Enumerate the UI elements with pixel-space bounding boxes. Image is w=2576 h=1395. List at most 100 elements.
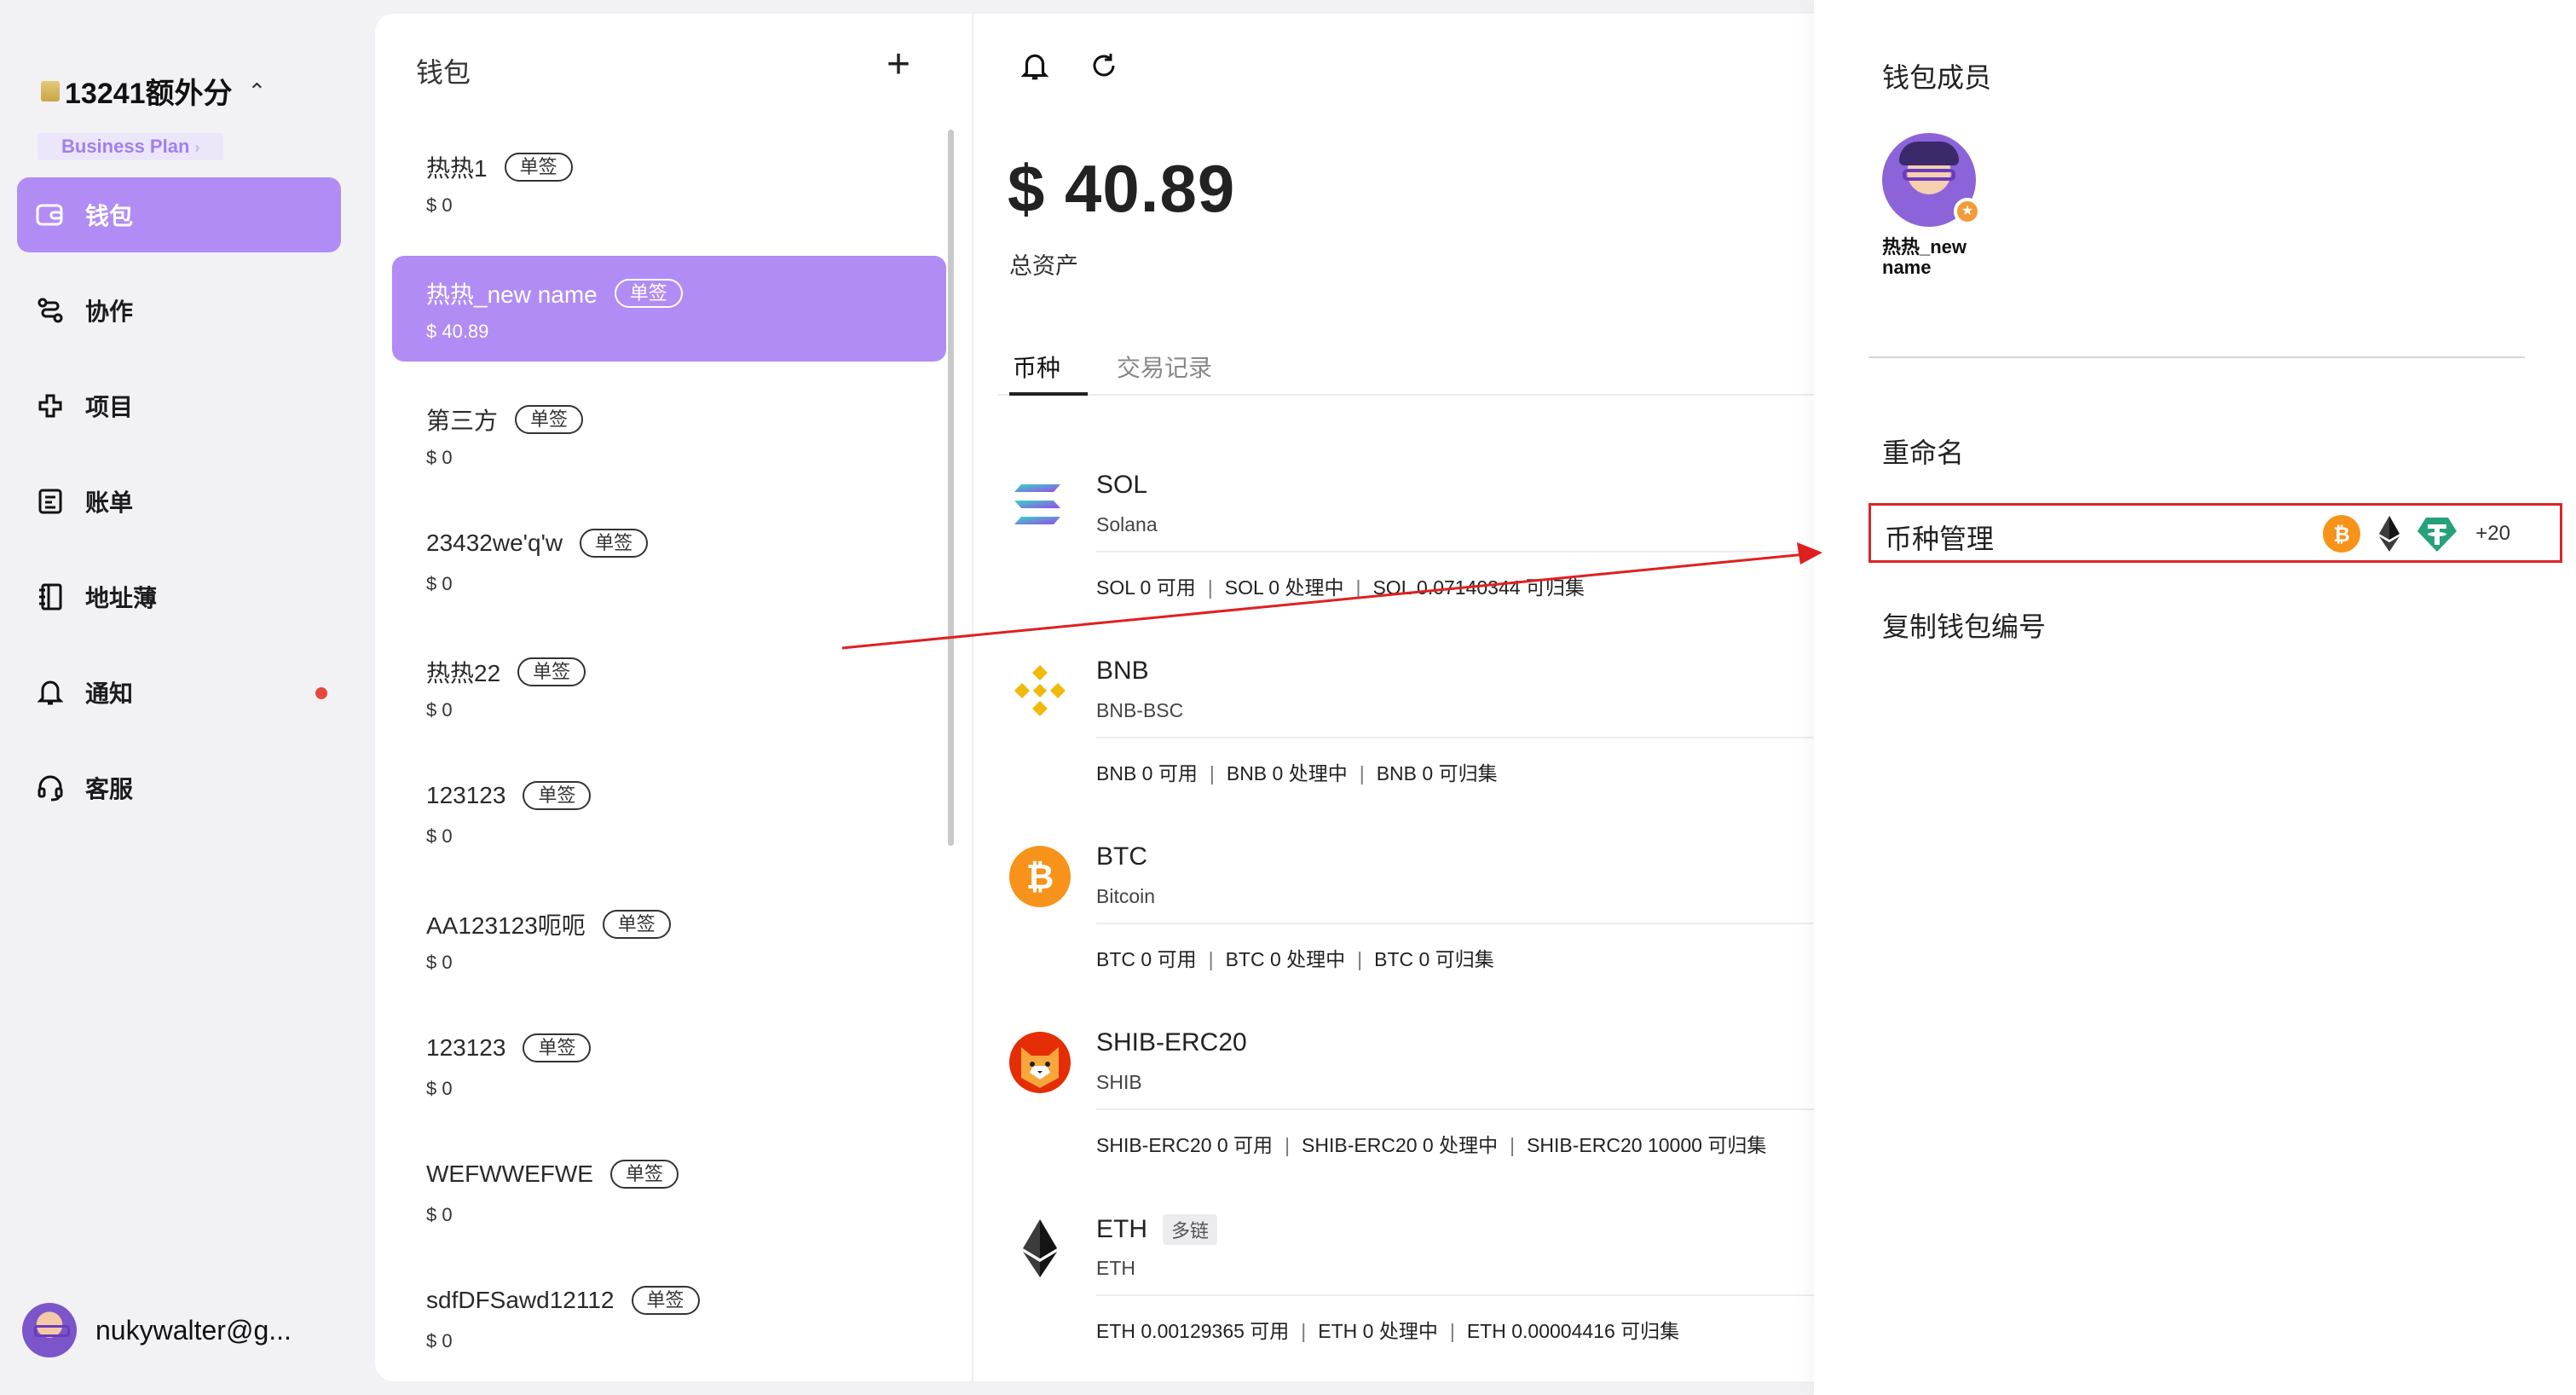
wallet-list-scrollbar[interactable] [948,130,954,846]
wallet-type-tag: 单签 [517,657,586,686]
wallet-list-item[interactable]: 热热22 单签 $ 0 [392,634,946,740]
divider [1096,737,1846,738]
tab-coins[interactable]: 币种 [1013,350,1060,384]
divider [1096,551,1846,553]
wallet-type-tag: 单签 [580,529,649,558]
balance-processing: ETH 0 处理中 [1318,1320,1438,1342]
svg-text:₿: ₿ [1026,858,1054,897]
headset-icon [36,773,65,802]
separator: | [1209,762,1215,784]
coin-chain: BNB-BSC [1096,699,1184,721]
sidebar-item-label: 协作 [85,298,134,325]
bitcoin-icon: ₿ [2323,515,2361,553]
divider [1096,1294,1846,1296]
wallet-type-tag: 单签 [602,910,671,939]
sidebar-item-support[interactable]: 客服 [17,750,341,825]
user-account[interactable]: nukywalter@g... [22,1303,292,1357]
balance-available: BNB 0 可用 [1096,762,1198,784]
wallet-type-tag: 单签 [523,781,592,810]
coin-management-button[interactable]: 币种管理 ₿ +20 [1868,503,2562,563]
sidebar: 13241额外分 ⌃ Business Plan › 钱包 协作 项目 账单 地址… [0,0,358,1395]
bnb-icon [1008,658,1072,723]
balance-processing: BTC 0 处理中 [1225,948,1346,970]
sidebar-item-notifications[interactable]: 通知 [17,655,341,730]
balance-available: BTC 0 可用 [1096,948,1197,970]
coin-row[interactable]: SOL Solana SOL 0 可用 | SOL 0 处理中 | SOL 0.0714… [1008,450,1846,638]
balance-collectable: SHIB-ERC20 10000 可归集 [1527,1134,1767,1156]
wallet-list-item[interactable]: AA123123呃呃 单签 $ 0 [392,887,946,993]
coin-row[interactable]: ETH 多链 ETH ETH 0.00129365 可用 | ETH 0 处理中 | ET… [1008,1194,1846,1381]
collaborate-icon [36,296,65,325]
sidebar-item-project[interactable]: 项目 [17,368,341,443]
wallet-list-item[interactable]: 123123 单签 $ 0 [392,1013,946,1119]
coin-symbol: BNB [1096,657,1149,686]
wallet-list-item[interactable]: WEFWWEFWE 单签 $ 0 [392,1139,946,1245]
sidebar-item-label: 项目 [85,394,134,420]
coin-balances: SHIB-ERC20 0 可用 | SHIB-ERC20 0 处理中 | SHIB-ER… [1096,1129,1766,1158]
sidebar-item-address-book[interactable]: 地址薄 [17,559,341,634]
wallet-icon [36,200,65,229]
wallet-settings-panel: 钱包成员 ★ 热热_new name 重命名 币种管理 ₿ +20 复制钱包编号 [1814,0,2576,1395]
rename-button[interactable]: 重命名 [1882,431,1964,471]
wallet-members-title: 钱包成员 [1882,62,1992,93]
wallet-list-item-active[interactable]: 热热_new name 单签 $ 40.89 [392,256,946,362]
plan-badge-label: Business Plan [61,136,190,157]
refresh-icon[interactable] [1089,51,1118,84]
svg-text:₿: ₿ [2334,523,2351,547]
divider [1868,356,2525,358]
wallet-list-item[interactable]: 23432we'q'w 单签 $ 0 [392,508,946,614]
wallet-list-item[interactable]: 第三方 单签 $ 0 [392,382,946,488]
coin-chain: Solana [1096,513,1158,535]
wallet-amount: $ 0 [426,1078,453,1099]
wallet-name: AA123123呃呃 [426,912,586,939]
wallet-amount: $ 0 [426,1204,453,1225]
member-avatar[interactable]: ★ [1882,133,1981,227]
avatar [22,1303,77,1357]
divider [1096,1108,1846,1110]
wallet-name: sdfDFSawd12112 [426,1287,615,1313]
add-wallet-button[interactable]: + [881,44,915,85]
wallet-type-tag: 单签 [515,405,584,434]
bell-icon [36,678,65,707]
balance-available: SOL 0 可用 [1096,576,1196,599]
wallet-list-item[interactable]: 123123 单签 $ 0 [392,761,946,866]
wallet-name: 123123 [426,782,506,808]
sidebar-item-collaborate[interactable]: 协作 [17,273,341,348]
sidebar-item-label: 地址薄 [85,585,158,611]
owner-star-icon: ★ [1954,198,1981,225]
separator: | [1207,576,1213,599]
tab-transactions[interactable]: 交易记录 [1117,350,1212,384]
coin-row[interactable]: SHIB-ERC20 SHIB SHIB-ERC20 0 可用 | SHIB-ERC… [1008,1008,1846,1195]
bill-icon [36,487,65,516]
wallet-type-tag: 单签 [631,1286,700,1315]
project-icon [36,391,65,420]
copy-wallet-id-button[interactable]: 复制钱包编号 [1882,605,2046,645]
user-email: nukywalter@g... [95,1314,292,1346]
wallet-list-item[interactable]: sdfDFSawd12112 单签 $ 0 [392,1265,946,1371]
divider [1096,923,1846,924]
coin-management-label: 币种管理 [1885,524,1995,554]
coin-balances: SOL 0 可用 | SOL 0 处理中 | SOL 0.07140344 可归集 [1096,571,1585,600]
coin-balances: BTC 0 可用 | BTC 0 处理中 | BTC 0 可归集 [1096,943,1494,972]
separator: | [1301,1320,1307,1342]
balance-available: SHIB-ERC20 0 可用 [1096,1134,1274,1156]
wallet-amount: $ 0 [426,1330,453,1352]
detail-tabs: 币种 交易记录 [997,344,1833,396]
org-switcher[interactable]: 13241额外分 ⌃ [41,70,266,112]
plan-badge[interactable]: Business Plan › [38,133,224,160]
wallet-amount: $ 0 [426,447,453,468]
balance-processing: SOL 0 处理中 [1224,576,1344,599]
sidebar-item-bill[interactable]: 账单 [17,464,341,539]
separator: | [1208,948,1214,970]
sidebar-item-wallet[interactable]: 钱包 [17,177,341,252]
balance-collectable: BNB 0 可归集 [1376,762,1498,784]
coin-row[interactable]: ₿ BTC Bitcoin BTC 0 可用 | BTC 0 处理中 | BTC 0 可… [1008,822,1846,1010]
ethereum-icon [1008,1216,1072,1281]
wallet-name: 热热1 [426,155,488,182]
wallet-list-panel: 钱包 + 热热1 单签 $ 0 热热_new name 单签 $ 40.89 第三方… [375,14,972,1381]
notification-bell-icon[interactable] [1020,51,1049,86]
coin-symbol-text: BTC [1096,842,1147,871]
coin-balances: ETH 0.00129365 可用 | ETH 0 处理中 | ETH 0.000044… [1096,1315,1679,1344]
coin-row[interactable]: BNB BNB-BSC BNB 0 可用 | BNB 0 处理中 | BNB 0 可归集 [1008,636,1846,824]
wallet-list-item[interactable]: 热热1 单签 $ 0 [392,130,946,235]
